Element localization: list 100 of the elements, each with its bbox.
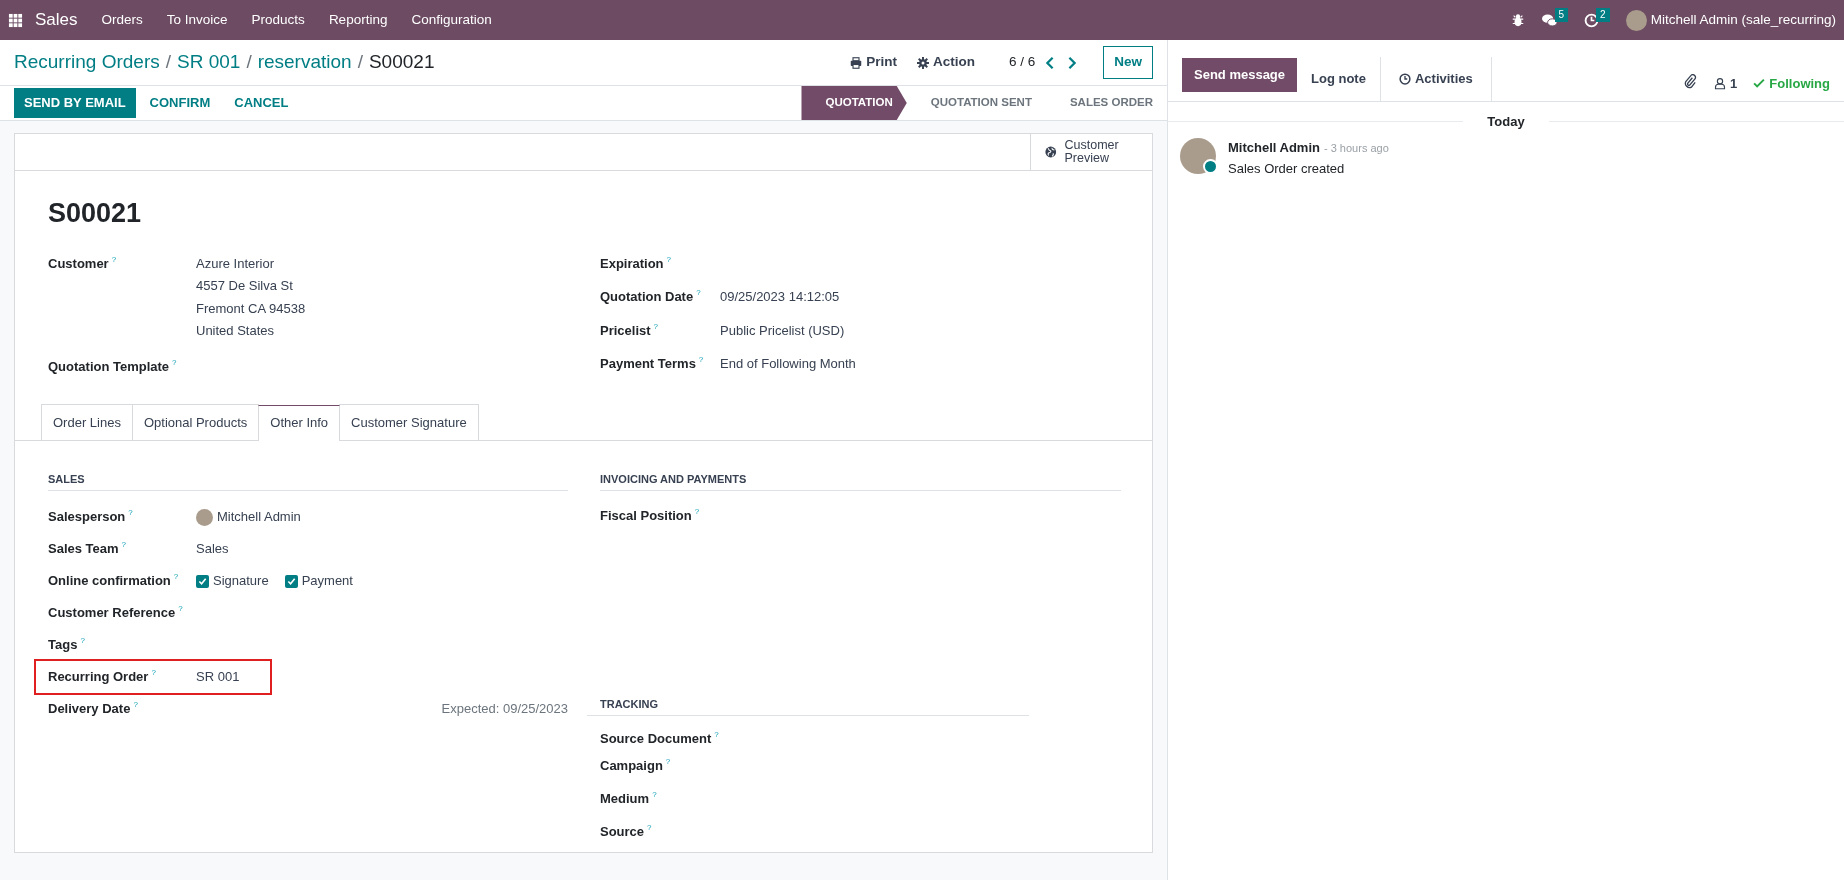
field-label: Payment Terms	[600, 355, 696, 373]
field-value: 4557 De Silva St	[196, 277, 294, 295]
breadcrumb-separator: /	[246, 50, 252, 75]
field-value: SR 001	[196, 668, 240, 687]
field-label: Salesperson	[48, 508, 126, 527]
pager-value: 6 / 6	[1008, 53, 1036, 72]
print-button[interactable]: Print	[840, 52, 907, 73]
user-name[interactable]: Mitchell Admin (sale_recurring)	[1650, 9, 1836, 31]
field-label: Pricelist	[600, 321, 651, 340]
help-icon[interactable]: ?	[173, 571, 179, 591]
clock-icon[interactable]	[1584, 12, 1600, 28]
help-icon[interactable]: ?	[172, 356, 177, 376]
help-icon[interactable]: ?	[121, 539, 127, 559]
date-separator: Today	[1486, 113, 1526, 131]
breadcrumb-link[interactable]: reservation	[257, 48, 352, 77]
field-label: Source Document	[600, 730, 712, 746]
tab[interactable]: Order Lines	[41, 404, 133, 440]
person-icon	[1714, 76, 1727, 90]
log-note-tab[interactable]: Log note	[1297, 57, 1380, 101]
user-avatar	[196, 508, 213, 526]
field-hint: Expected: 09/25/2023	[441, 700, 568, 719]
section-heading: TRACKING	[587, 695, 1029, 716]
message-body: Sales Order created	[1228, 160, 1346, 178]
tab[interactable]: Other Info	[258, 405, 341, 441]
help-icon[interactable]: ?	[111, 253, 117, 341]
author-avatar	[1180, 137, 1216, 174]
breadcrumb-link[interactable]: SR 001	[177, 48, 241, 77]
breadcrumb-current: S00021	[368, 50, 435, 75]
checkbox[interactable]	[284, 574, 298, 588]
help-icon[interactable]: ?	[80, 635, 85, 655]
menu-item[interactable]: To Invoice	[154, 9, 240, 31]
field-label: Customer	[48, 254, 109, 273]
field-label: Delivery Date	[48, 700, 131, 719]
menu-item[interactable]: Products	[239, 9, 317, 31]
menu-item[interactable]: Reporting	[316, 9, 400, 31]
activities-tab[interactable]: Activities	[1379, 57, 1492, 101]
help-icon[interactable]: ?	[151, 667, 156, 687]
bug-icon[interactable]	[1510, 13, 1525, 27]
help-icon[interactable]: ?	[694, 506, 700, 526]
activity-count-badge: 2	[1596, 8, 1610, 22]
section-heading: SALES	[48, 470, 568, 491]
checkbox[interactable]	[196, 574, 209, 588]
help-icon[interactable]: ?	[653, 320, 659, 340]
checkbox-label: Payment	[301, 572, 353, 591]
help-icon[interactable]: ?	[698, 354, 704, 374]
field-label: Campaign	[600, 757, 663, 775]
breadcrumb-separator: /	[165, 50, 171, 75]
help-icon[interactable]: ?	[178, 603, 183, 623]
help-icon[interactable]: ?	[666, 253, 672, 273]
message-author: Mitchell Admin	[1228, 138, 1320, 157]
field-label: Online confirmation	[48, 572, 171, 591]
field-label: Quotation Date	[600, 288, 694, 306]
field-label: Quotation Template	[48, 357, 170, 376]
field-label: Expiration	[600, 254, 664, 273]
field-value: United States	[196, 322, 276, 340]
field-label: Tags	[48, 636, 78, 655]
followers-button[interactable]: 1	[1714, 73, 1738, 93]
printer-icon	[850, 56, 863, 69]
section-heading: INVOICING AND PAYMENTS	[600, 470, 1121, 491]
field-value: 09/25/2023 14:12:05	[720, 288, 840, 306]
field-label: Recurring Order	[48, 668, 149, 687]
send-message-button[interactable]: Send message	[1182, 58, 1298, 92]
field-label: Fiscal Position	[600, 507, 692, 525]
breadcrumb-separator: /	[357, 50, 363, 75]
action-button[interactable]: CONFIRM	[139, 88, 221, 118]
field-label: Sales Team	[48, 540, 119, 559]
field-value: Mitchell Admin	[217, 508, 301, 527]
user-avatar[interactable]	[1625, 9, 1647, 31]
menu-item[interactable]: Orders	[89, 9, 155, 31]
action-button[interactable]: CANCEL	[224, 88, 299, 118]
help-icon[interactable]: ?	[133, 699, 138, 719]
help-icon[interactable]: ?	[128, 507, 133, 527]
app-name[interactable]: Sales	[31, 7, 90, 33]
new-button[interactable]: New	[1103, 46, 1153, 79]
paperclip-icon[interactable]	[1683, 74, 1699, 89]
help-icon[interactable]: ?	[696, 287, 701, 307]
app-grid-icon[interactable]	[8, 12, 23, 28]
help-icon[interactable]: ?	[647, 822, 652, 845]
action-button[interactable]: Action	[906, 52, 985, 73]
field-value: Public Pricelist (USD)	[720, 321, 845, 340]
help-icon[interactable]: ?	[665, 756, 671, 779]
menu-item[interactable]: Configuration	[399, 9, 504, 31]
message-count-badge: 5	[1554, 8, 1569, 22]
check-icon	[1753, 77, 1766, 90]
record-title: S00021	[48, 197, 143, 230]
help-icon[interactable]: ?	[714, 729, 719, 746]
checkbox-label: Signature	[213, 572, 269, 591]
tab[interactable]: Customer Signature	[339, 404, 479, 440]
field-value: End of Following Month	[720, 355, 856, 373]
following-button[interactable]: Following	[1753, 73, 1830, 93]
field-value: Sales	[196, 540, 229, 559]
action-button[interactable]: SEND BY EMAIL	[14, 88, 136, 118]
field-label: Medium	[600, 790, 650, 808]
field-value: Azure Interior	[196, 254, 276, 273]
status-stage[interactable]: QUOTATION	[801, 86, 907, 120]
gear-icon	[916, 56, 929, 69]
clock-icon	[1398, 73, 1411, 85]
breadcrumb-link[interactable]: Recurring Orders	[14, 48, 160, 77]
help-icon[interactable]: ?	[652, 789, 657, 812]
message-time: - 3 hours ago	[1323, 140, 1389, 156]
